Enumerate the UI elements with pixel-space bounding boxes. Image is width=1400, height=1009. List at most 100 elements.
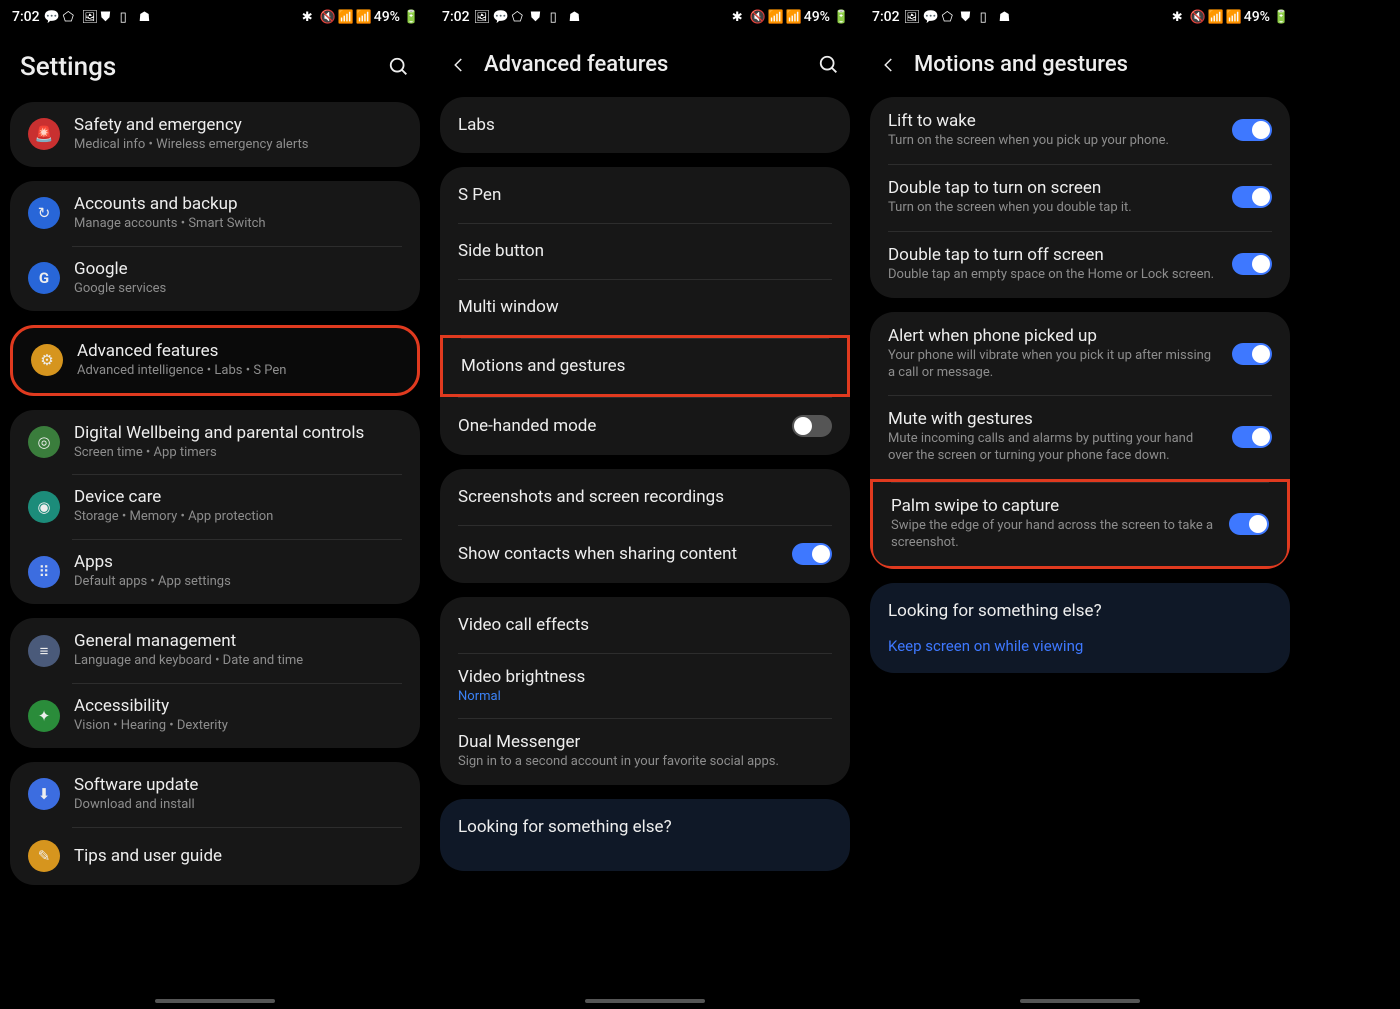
adv-dual-messenger[interactable]: Dual Messenger Sign in to a second accou… [440, 718, 850, 785]
label: Palm swipe to capture [891, 496, 1215, 516]
signal-icon: 📶 [786, 10, 801, 25]
battery-pct: 49% [1244, 9, 1270, 25]
label: Google [74, 259, 402, 279]
shield-icon: ⛊ [101, 10, 116, 25]
status-bar: 7:02 🖼 💬 ⬠ ⛊ ▯ ☗ ✱ 🔇 📶 📶 49% 🔋 [860, 0, 1300, 34]
settings-general[interactable]: ≡ General management Language and keyboa… [10, 618, 420, 683]
label: Software update [74, 775, 402, 795]
settings-accessibility[interactable]: ✦ Accessibility Vision • Hearing • Dexte… [10, 683, 420, 748]
label: One-handed mode [458, 416, 778, 436]
group-accounts: ↻ Accounts and backup Manage accounts • … [10, 181, 420, 311]
gesture-bar [585, 999, 705, 1003]
label: Double tap to turn on screen [888, 178, 1218, 198]
adv-spen[interactable]: S Pen [440, 167, 850, 223]
toggle-doubletap-on[interactable] [1232, 186, 1272, 208]
label: S Pen [458, 185, 832, 205]
gesture-bar [155, 999, 275, 1003]
back-button[interactable] [880, 56, 898, 74]
label: General management [74, 631, 402, 651]
gear-icon: ⚙ [31, 344, 63, 376]
sliders-icon: ≡ [28, 635, 60, 667]
back-button[interactable] [450, 56, 468, 74]
header-advanced: Advanced features [430, 34, 860, 97]
group-alert: Alert when phone picked up Your phone wi… [870, 312, 1290, 569]
search-icon[interactable] [818, 54, 840, 76]
palm-swipe-capture[interactable]: Palm swipe to capture Swipe the edge of … [870, 479, 1290, 569]
group-video: Video call effects Video brightness Norm… [440, 597, 850, 785]
header-motions: Motions and gestures [860, 34, 1300, 97]
group-update: ⬇ Software update Download and install ✎… [10, 762, 420, 885]
signal-icon: 📶 [356, 10, 371, 25]
value: Normal [458, 689, 832, 704]
label: Labs [458, 115, 832, 135]
search-icon[interactable] [388, 56, 410, 78]
adv-screenshots[interactable]: Screenshots and screen recordings [440, 469, 850, 525]
status-bar: 7:02 🖼 💬 ⬠ ⛊ ▯ ☗ ✱ 🔇 📶 📶 49% 🔋 [430, 0, 860, 34]
adv-one-handed[interactable]: One-handed mode [440, 397, 850, 455]
sub: Vision • Hearing • Dexterity [74, 718, 402, 735]
mute-icon: 🔇 [320, 10, 335, 25]
label: Accessibility [74, 696, 402, 716]
label: Tips and user guide [74, 846, 402, 866]
sub: Turn on the screen when you double tap i… [888, 200, 1218, 217]
keep-screen-link[interactable]: Keep screen on while viewing [888, 637, 1272, 655]
settings-safety[interactable]: 🚨 Safety and emergency Medical info • Wi… [10, 102, 420, 167]
mute-gestures[interactable]: Mute with gestures Mute incoming calls a… [870, 395, 1290, 479]
label: Safety and emergency [74, 115, 402, 135]
settings-advanced-features[interactable]: ⚙ Advanced features Advanced intelligenc… [13, 328, 417, 393]
sub: Medical info • Wireless emergency alerts [74, 137, 402, 154]
gesture-bar [1020, 999, 1140, 1003]
device-care-icon: ◉ [28, 491, 60, 523]
settings-accounts[interactable]: ↻ Accounts and backup Manage accounts • … [10, 181, 420, 246]
messenger-icon: 💬 [493, 10, 508, 25]
toggle-lift-wake[interactable] [1232, 119, 1272, 141]
toggle-alert[interactable] [1232, 343, 1272, 365]
adv-show-contacts[interactable]: Show contacts when sharing content [440, 525, 850, 583]
double-tap-off[interactable]: Double tap to turn off screen Double tap… [870, 231, 1290, 298]
settings-tips[interactable]: ✎ Tips and user guide [10, 827, 420, 885]
home-icon: ⬠ [512, 10, 527, 25]
adv-side-button[interactable]: Side button [440, 223, 850, 279]
toggle-contacts[interactable] [792, 543, 832, 565]
app-icon: ▯ [550, 10, 565, 25]
google-icon: G [28, 262, 60, 294]
adv-motions-gestures[interactable]: Motions and gestures [440, 335, 850, 397]
wellbeing-icon: ◎ [28, 426, 60, 458]
screen-motions-gestures: 7:02 🖼 💬 ⬠ ⛊ ▯ ☗ ✱ 🔇 📶 📶 49% 🔋 Motions a… [860, 0, 1300, 1009]
accessibility-icon: ✦ [28, 700, 60, 732]
sub: Download and install [74, 797, 402, 814]
settings-google[interactable]: G Google Google services [10, 246, 420, 311]
app2-icon: ☗ [999, 10, 1014, 25]
settings-software-update[interactable]: ⬇ Software update Download and install [10, 762, 420, 827]
sub: Default apps • App settings [74, 574, 402, 591]
double-tap-on[interactable]: Double tap to turn on screen Turn on the… [870, 164, 1290, 231]
settings-wellbeing[interactable]: ◎ Digital Wellbeing and parental control… [10, 410, 420, 475]
toggle-mute[interactable] [1232, 426, 1272, 448]
adv-video-brightness[interactable]: Video brightness Normal [440, 653, 850, 718]
toggle-doubletap-off[interactable] [1232, 253, 1272, 275]
group-general: ≡ General management Language and keyboa… [10, 618, 420, 748]
label: Accounts and backup [74, 194, 402, 214]
group-screenshot: Screenshots and screen recordings Show c… [440, 469, 850, 583]
adv-multi-window[interactable]: Multi window [440, 279, 850, 335]
home-icon: ⬠ [942, 10, 957, 25]
clock: 7:02 [872, 9, 900, 25]
settings-apps[interactable]: ⠿ Apps Default apps • App settings [10, 539, 420, 604]
settings-device-care[interactable]: ◉ Device care Storage • Memory • App pro… [10, 474, 420, 539]
label: Lift to wake [888, 111, 1218, 131]
toggle-onehand[interactable] [792, 415, 832, 437]
lift-to-wake[interactable]: Lift to wake Turn on the screen when you… [870, 97, 1290, 164]
sub: Sign in to a second account in your favo… [458, 754, 832, 771]
alert-picked-up[interactable]: Alert when phone picked up Your phone wi… [870, 312, 1290, 396]
signal-icon: 📶 [1226, 10, 1241, 25]
app2-icon: ☗ [569, 10, 584, 25]
toggle-palm-swipe[interactable] [1229, 513, 1269, 535]
label: Advanced features [77, 341, 399, 361]
sync-icon: ↻ [28, 197, 60, 229]
adv-labs[interactable]: Labs [440, 97, 850, 153]
app-icon: ▯ [120, 10, 135, 25]
download-icon: ⬇ [28, 778, 60, 810]
adv-video-effects[interactable]: Video call effects [440, 597, 850, 653]
home-icon: ⬠ [63, 10, 78, 25]
label: Screenshots and screen recordings [458, 487, 832, 507]
